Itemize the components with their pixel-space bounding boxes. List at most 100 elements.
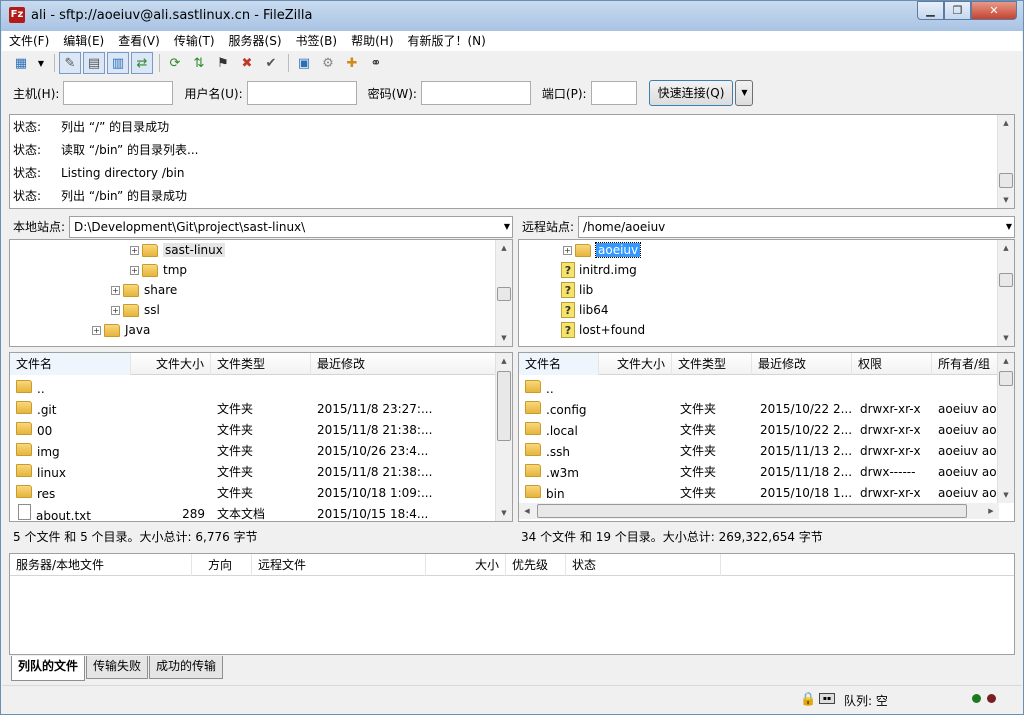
compare-directories-icon[interactable]: ⚙ [317,52,339,74]
local-list-scrollbar[interactable]: ▲ ▼ [495,353,512,521]
tree-item[interactable]: ? lib [561,280,593,300]
quickconnect-dropdown-icon[interactable]: ▼ [735,80,754,106]
menu-view[interactable]: 查看(V) [111,31,167,51]
local-file-list[interactable]: 文件名 文件大小 文件类型 最近修改 .. .git 文件夹 2015/11/8 2… [9,352,513,522]
remote-list-hscrollbar[interactable]: ◀ ▶ [519,503,999,519]
local-site-bar: 本地站点: D:\Development\Git\project\sast-li… [9,214,513,239]
message-log[interactable]: 状态: 列出 “/” 的目录成功 状态: 读取 “/bin” 的目录列表... 状态… [9,114,1015,209]
log-scrollbar[interactable]: ▲ ▼ [997,115,1014,208]
toggle-local-tree-icon[interactable]: ▤ [83,52,105,74]
tree-item[interactable]: + Java [92,320,150,340]
process-queue-icon[interactable]: ⇅ [188,52,210,74]
transfer-queue[interactable]: 服务器/本地文件 方向 远程文件 大小 优先级 状态 [9,553,1015,655]
table-row[interactable]: .config 文件夹 2015/10/22 2... drwxr-xr-x aoeiu… [519,398,999,419]
menu-transfer[interactable]: 传输(T) [167,31,222,51]
site-manager-dropdown-icon[interactable]: ▼ [34,52,48,74]
table-row[interactable]: .git 文件夹 2015/11/8 23:27:... [10,398,497,419]
tree-item[interactable]: ? lib64 [561,300,609,320]
tree-item[interactable]: + share [111,280,177,300]
tree-item[interactable]: ? initrd.img [561,260,637,280]
close-button[interactable]: ✕ [971,1,1017,20]
disconnect-icon[interactable]: ✖ [236,52,258,74]
table-row[interactable]: .ssh 文件夹 2015/11/13 2... drwxr-xr-x aoeiuv a… [519,440,999,461]
tab-failed-transfers[interactable]: 传输失败 [86,656,149,679]
table-row[interactable]: img 文件夹 2015/10/26 23:4... [10,440,497,461]
remote-list-scrollbar[interactable]: ▲ ▼ [997,353,1014,503]
tab-queued-files[interactable]: 列队的文件 [11,656,86,681]
host-input[interactable] [63,81,174,105]
chevron-down-icon[interactable]: ▼ [1006,217,1012,237]
remote-directory-tree[interactable]: + aoeiuv ? initrd.img ? lib ? lib64 ? lost+fo… [518,239,1015,347]
directory-listing-filters-icon[interactable]: ▣ [293,52,315,74]
column-filename[interactable]: 文件名 [10,353,131,375]
menu-server[interactable]: 服务器(S) [222,31,289,51]
remote-site-label: 远程站点: [522,220,575,234]
scroll-up-icon[interactable]: ▲ [998,115,1014,131]
tree-item[interactable]: ? lost+found [561,320,645,340]
column-filetype[interactable]: 文件类型 [672,353,752,375]
table-row[interactable]: res 文件夹 2015/10/18 1:09:... [10,482,497,503]
tree-item[interactable]: + sast-linux [130,240,225,260]
menu-edit[interactable]: 编辑(E) [56,31,111,51]
local-path-input[interactable]: D:\Development\Git\project\sast-linux\ ▼ [69,215,513,238]
maximize-button[interactable]: ❐ [944,1,971,20]
column-remote-file[interactable]: 远程文件 [252,554,426,576]
table-row[interactable]: .. [519,377,599,398]
column-permissions[interactable]: 权限 [852,353,932,375]
password-input[interactable] [420,81,531,105]
remote-path-input[interactable]: /home/aoeiuv ▼ [578,215,1015,238]
minimize-button[interactable]: ▁ [917,1,944,20]
tree-item[interactable]: + tmp [130,260,187,280]
menu-bookmarks[interactable]: 书签(B) [289,31,345,51]
refresh-icon[interactable]: ⟳ [164,52,186,74]
column-filesize[interactable]: 文件大小 [131,353,211,375]
synchronized-browsing-icon[interactable]: ✚ [341,52,363,74]
unknown-item-icon: ? [561,262,575,278]
local-tree-scrollbar[interactable]: ▲ ▼ [495,240,512,346]
menu-new-version[interactable]: 有新版了！(N) [401,31,493,51]
folder-icon [525,379,541,393]
site-manager-icon[interactable]: ▦ [10,52,32,74]
column-owner[interactable]: 所有者/组 [932,353,999,375]
menu-file[interactable]: 文件(F) [2,31,56,51]
table-row[interactable]: .w3m 文件夹 2015/11/18 2... drwx------ aoeiuv a… [519,461,999,482]
expand-icon: + [130,245,139,255]
cancel-operation-icon[interactable]: ⚑ [212,52,234,74]
menu-help[interactable]: 帮助(H) [344,31,400,51]
port-input[interactable] [590,81,637,105]
table-row[interactable]: bin 文件夹 2015/10/18 1... drwxr-xr-x aoeiuv ao [519,482,999,503]
chevron-down-icon[interactable]: ▼ [504,217,510,237]
column-modified[interactable]: 最近修改 [752,353,852,375]
column-direction[interactable]: 方向 [192,554,252,576]
toggle-queue-icon[interactable]: ⇄ [131,52,153,74]
tab-successful-transfers[interactable]: 成功的传输 [149,656,224,679]
quickconnect-button[interactable]: 快速连接(Q) [648,80,734,106]
column-priority[interactable]: 优先级 [506,554,566,576]
text-file-icon [18,504,31,520]
column-filetype[interactable]: 文件类型 [211,353,311,375]
remote-site-bar: 远程站点: /home/aoeiuv ▼ [518,214,1015,239]
tree-item[interactable]: + ssl [111,300,160,320]
search-remote-files-icon[interactable]: ⚭ [365,52,387,74]
reconnect-icon[interactable]: ✔ [260,52,282,74]
log-scroll-thumb[interactable] [999,173,1013,188]
remote-file-list[interactable]: 文件名 文件大小 文件类型 最近修改 权限 所有者/组 .. .config 文件… [518,352,1015,522]
table-row[interactable]: 00 文件夹 2015/11/8 21:38:... [10,419,497,440]
column-filesize[interactable]: 文件大小 [599,353,672,375]
column-filename[interactable]: 文件名 [519,353,599,375]
table-row[interactable]: linux 文件夹 2015/11/8 21:38:... [10,461,497,482]
table-row[interactable]: .. [10,377,131,398]
toggle-log-icon[interactable]: ✎ [59,52,81,74]
column-size[interactable]: 大小 [426,554,506,576]
table-row[interactable]: about.txt 289 文本文档 2015/10/15 18:4... [10,503,497,521]
username-input[interactable] [246,81,357,105]
remote-tree-scrollbar[interactable]: ▲ ▼ [997,240,1014,346]
table-row[interactable]: .local 文件夹 2015/10/22 2... drwxr-xr-x aoeiuv… [519,419,999,440]
column-status[interactable]: 状态 [566,554,721,576]
column-modified[interactable]: 最近修改 [311,353,497,375]
local-directory-tree[interactable]: + sast-linux + tmp + share + ssl + Java ▲ ▼ [9,239,513,347]
scroll-down-icon[interactable]: ▼ [998,192,1014,208]
toggle-remote-tree-icon[interactable]: ▥ [107,52,129,74]
column-server-local-file[interactable]: 服务器/本地文件 [10,554,192,576]
tree-item[interactable]: + aoeiuv [563,240,642,260]
